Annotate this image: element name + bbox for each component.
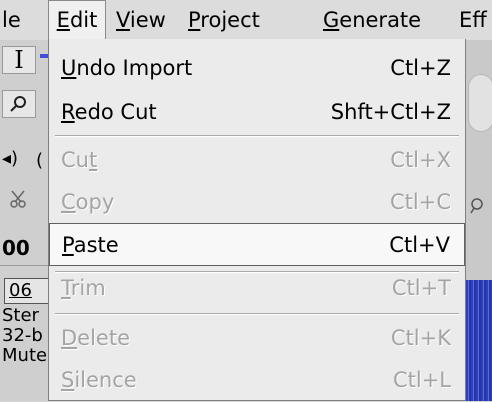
menu-separator [55,135,459,137]
menu-project[interactable]: Project [188,0,260,40]
zoom-tool-icon[interactable] [2,90,36,118]
track-info-line: Ster [2,305,39,326]
menu-item-accel: Ctl+Z [390,56,451,80]
menu-item-label: Redo Cut [61,100,157,124]
track-info-line: 32-b [2,325,43,346]
menu-item-label: Cut [61,148,98,172]
menubar: le Edit View Project Generate Eff [0,0,492,41]
toolbar-handle [468,74,492,132]
menu-item-accel: Ctl+V [389,233,450,257]
menu-file[interactable]: le [2,0,21,40]
menu-view[interactable]: View [116,0,166,40]
menu-item-label: Delete [61,326,130,350]
menu-item-label: Trim [61,276,106,300]
menu-item-redo[interactable]: Redo Cut Shft+Ctl+Z [49,91,465,134]
background-right [466,40,492,401]
menu-item-undo[interactable]: Undo Import Ctl+Z [49,47,465,90]
menu-item-cut[interactable]: Cut Ctl+X [49,139,465,182]
menu-item-accel: Ctl+T [391,276,451,300]
menu-item-label: Undo Import [61,56,193,80]
menu-separator [55,313,459,315]
menu-item-label: Silence [61,368,137,392]
menu-item-label: Paste [62,233,119,257]
edit-menu: Undo Import Ctl+Z Redo Cut Shft+Ctl+Z Cu… [48,39,466,401]
zoom-icon[interactable] [468,196,488,216]
menu-item-accel: Shft+Ctl+Z [330,100,451,124]
menu-item-label: Copy [61,190,115,214]
menu-item-accel: Ctl+L [392,368,451,392]
menu-item-accel: Ctl+K [390,326,451,350]
menu-item-accel: Ctl+X [390,148,451,172]
menu-item-accel: Ctl+C [390,190,451,214]
waveform [466,280,492,401]
menu-generate[interactable]: Generate [323,0,421,40]
menu-item-paste[interactable]: Paste Ctl+V [49,223,465,266]
menu-edit[interactable]: Edit [48,0,106,40]
menu-item-copy[interactable]: Copy Ctl+C [49,181,465,224]
menu-item-trim[interactable]: Trim Ctl+T [49,267,465,310]
track-mute-label[interactable]: Mute [2,346,47,366]
menu-item-delete[interactable]: Delete Ctl+K [49,317,465,360]
scissors-icon[interactable] [2,188,36,216]
track-number[interactable]: 06 [4,278,50,304]
menu-item-silence[interactable]: Silence Ctl+L [49,359,465,402]
selection-tool-icon[interactable]: I [2,46,36,74]
menu-effect[interactable]: Eff [459,0,487,40]
